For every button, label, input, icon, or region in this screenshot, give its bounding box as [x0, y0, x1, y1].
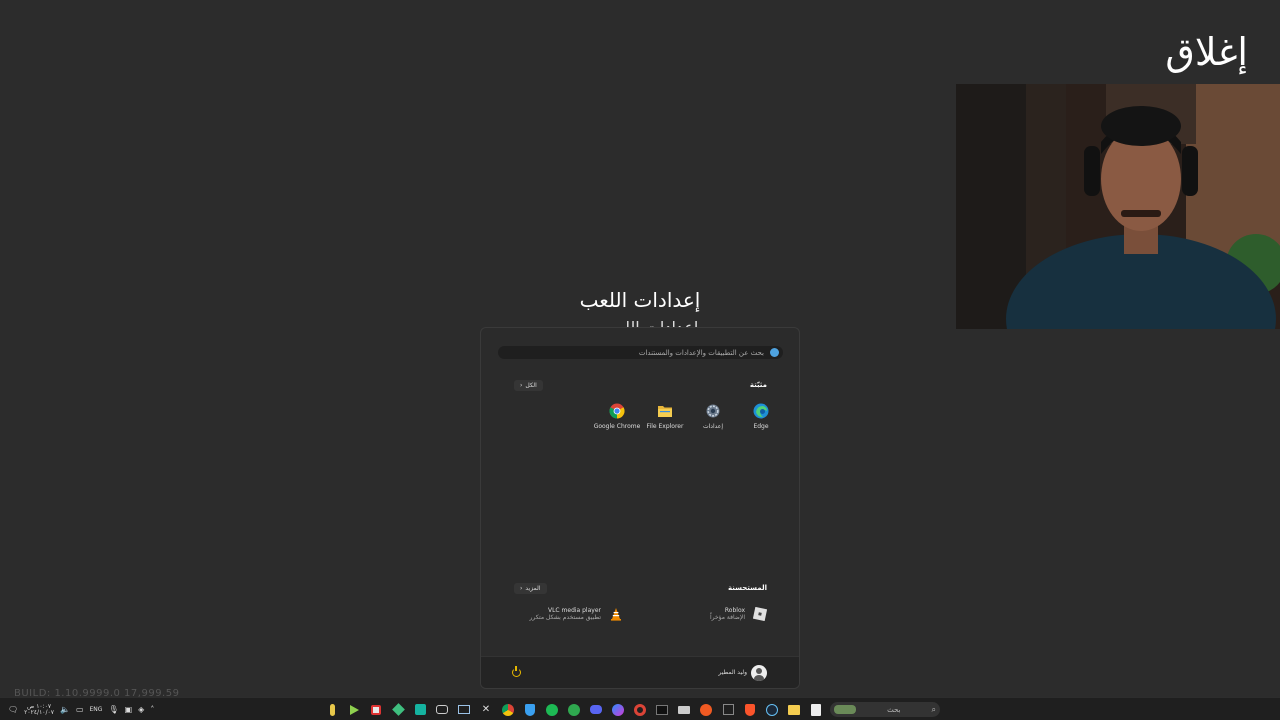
clock-date: ٢٠٢٤/١٠/٠٧ — [24, 708, 54, 716]
taskbar-gamepad-icon[interactable] — [434, 702, 450, 718]
taskbar-spotify-icon[interactable] — [544, 702, 560, 718]
taskbar-brave-icon[interactable] — [742, 702, 758, 718]
microphone-icon[interactable]: 🎙 — [108, 705, 118, 714]
chevron-left-icon: ‹ — [520, 382, 523, 389]
taskbar-orange-app-icon[interactable] — [698, 702, 714, 718]
pinned-app-edge[interactable]: Edge — [737, 403, 785, 430]
recommended-item-name: Roblox — [724, 607, 745, 614]
taskbar-play-icon[interactable] — [346, 702, 362, 718]
language-indicator[interactable]: ENG — [90, 706, 103, 713]
taskbar-steam-icon[interactable] — [764, 702, 780, 718]
game-settings-title: إعدادات اللعب — [579, 288, 701, 312]
windows-start-icon[interactable] — [946, 702, 962, 718]
desktop: إغلاق إعدادات اللعب إعدادات اللعب BUILD:… — [0, 0, 1280, 720]
pinned-section-title: مثبّتة — [749, 381, 767, 389]
start-user-bar: وليد المطير — [481, 656, 799, 688]
recommended-section-title: المستحسنة — [728, 584, 767, 592]
start-menu: مثبّتة الكل ‹ Edge إعدادات — [480, 327, 800, 689]
taskbar-file-explorer-icon[interactable] — [786, 702, 802, 718]
system-tray: 🗨 ١٠:٠٧ ص ٢٠٢٤/١٠/٠٧ 🔈 ▭ ENG 🎙 ▣ ◈ ˄ — [8, 701, 154, 718]
taskbar-bowling-icon[interactable] — [324, 702, 340, 718]
pinned-app-chrome[interactable]: Google Chrome — [593, 403, 641, 430]
search-highlight-image — [834, 705, 857, 714]
pinned-app-settings[interactable]: إعدادات — [689, 403, 737, 430]
taskbar-diamond-icon[interactable] — [390, 702, 406, 718]
recommended-item-roblox[interactable]: Roblox الإضافة مؤخراً — [710, 607, 767, 621]
more-label: المزيد — [525, 585, 541, 592]
pinned-app-file-explorer[interactable]: File Explorer — [641, 403, 689, 430]
close-label[interactable]: إغلاق — [1165, 30, 1248, 74]
notification-icon[interactable]: 🗨 — [8, 705, 18, 714]
taskbar-terminal-icon[interactable] — [654, 702, 670, 718]
all-apps-button[interactable]: الكل ‹ — [514, 380, 543, 391]
chevron-up-icon[interactable]: ˄ — [150, 705, 154, 714]
start-search-box[interactable] — [498, 346, 783, 359]
pinned-app-label: إعدادات — [702, 423, 724, 430]
taskbar-search[interactable]: ⌕ بحث — [830, 702, 940, 717]
folder-icon — [658, 406, 672, 417]
taskbar-discord-icon[interactable] — [588, 702, 604, 718]
taskbar-x-icon[interactable]: ✕ — [478, 702, 494, 718]
settings-gear-icon — [706, 404, 720, 418]
power-icon[interactable] — [512, 666, 521, 677]
taskbar-keyboard-icon[interactable] — [676, 702, 692, 718]
network-icon[interactable]: ▭ — [76, 705, 84, 714]
user-avatar[interactable] — [751, 665, 767, 681]
chevron-left-icon: ‹ — [520, 585, 523, 592]
taskbar-monitor-icon[interactable] — [456, 702, 472, 718]
start-search-input[interactable] — [524, 348, 764, 357]
search-icon — [770, 348, 779, 357]
volume-icon[interactable]: 🔈 — [60, 705, 70, 714]
taskbar-box-icon[interactable] — [720, 702, 736, 718]
search-icon: ⌕ — [931, 704, 936, 714]
taskbar-apps: ✕ ⌕ بحث — [324, 701, 962, 718]
tray-app-icon[interactable]: ◈ — [138, 705, 144, 714]
pinned-app-label: File Explorer — [646, 423, 684, 430]
taskbar-red-app-icon[interactable] — [368, 702, 384, 718]
more-button[interactable]: المزيد ‹ — [514, 583, 547, 594]
recommended-item-vlc[interactable]: VLC media player تطبيق مستخدم بشكل متكرر — [530, 607, 623, 621]
all-apps-label: الكل — [525, 382, 537, 389]
clock[interactable]: ١٠:٠٧ ص ٢٠٢٤/١٠/٠٧ — [24, 703, 54, 716]
display-icon[interactable]: ▣ — [125, 705, 133, 714]
taskbar-teal-app-icon[interactable] — [412, 702, 428, 718]
recommended-item-subtitle: الإضافة مؤخراً — [709, 614, 745, 621]
vlc-cone-icon — [611, 608, 621, 621]
recommended-item-subtitle: تطبيق مستخدم بشكل متكرر — [529, 614, 601, 621]
taskbar-chrome-alt-icon[interactable] — [632, 702, 648, 718]
user-name[interactable]: وليد المطير — [718, 669, 747, 676]
taskbar-notepad-icon[interactable] — [808, 702, 824, 718]
pinned-app-label: Google Chrome — [593, 423, 641, 430]
roblox-icon — [753, 607, 767, 621]
recommended-item-name: VLC media player — [547, 607, 601, 614]
taskbar-chrome-icon[interactable] — [500, 702, 516, 718]
chrome-icon — [609, 403, 625, 419]
webcam-feed — [956, 84, 1280, 329]
taskbar-xbox-icon[interactable] — [566, 702, 582, 718]
taskbar: 🗨 ١٠:٠٧ ص ٢٠٢٤/١٠/٠٧ 🔈 ▭ ENG 🎙 ▣ ◈ ˄ ✕ ⌕… — [0, 697, 1280, 720]
taskbar-shield-icon[interactable] — [522, 702, 538, 718]
pinned-app-label: Edge — [753, 423, 769, 430]
taskbar-search-label: بحث — [887, 705, 901, 714]
edge-icon — [753, 403, 769, 419]
taskbar-messenger-icon[interactable] — [610, 702, 626, 718]
